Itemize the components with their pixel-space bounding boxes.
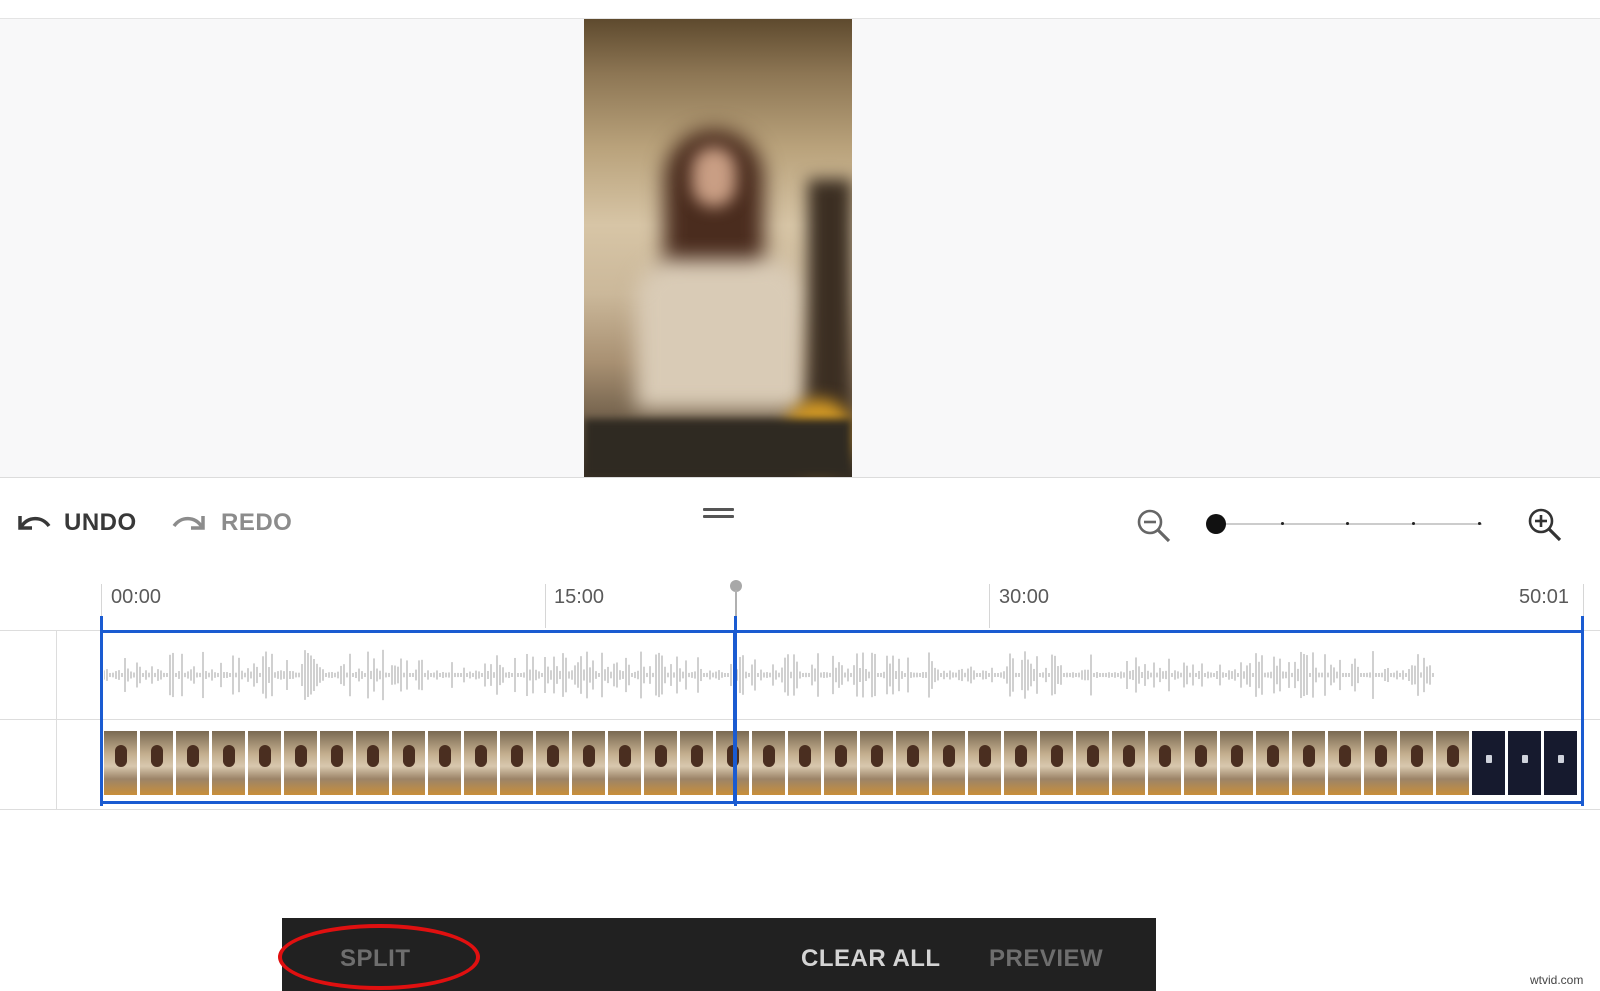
tick-label: 15:00 [554,586,605,608]
clear-all-button[interactable]: CLEAR ALL [801,945,941,973]
zoom-slider[interactable] [1206,514,1482,534]
highlight-circle [278,924,480,990]
redo-arrow-icon [171,508,209,539]
undo-button[interactable]: UNDO [14,505,137,541]
undo-label: UNDO [64,509,137,536]
tick-label: 50:01 [1519,586,1570,608]
clip-start-marker[interactable] [100,616,103,806]
zoom-out-icon[interactable] [1136,508,1172,544]
zoom-in-icon[interactable] [1527,507,1563,543]
tick-label: 00:00 [111,586,162,608]
resize-handle[interactable] [703,508,734,520]
video-preview-area [0,19,1600,478]
time-ruler: 00:00 15:00 30:00 50:01 [0,580,1600,630]
undo-arrow-icon [14,508,52,539]
video-preview [584,19,852,477]
preview-button[interactable]: PREVIEW [989,945,1103,973]
clip-end-marker[interactable] [1581,616,1584,806]
clip-segment-2[interactable] [733,630,1584,804]
redo-label: REDO [221,509,293,536]
clip-segment-1[interactable] [100,630,736,804]
watermark: wtvid.com [1530,973,1584,987]
split-marker[interactable] [734,616,737,806]
zoom-slider-thumb[interactable] [1206,514,1226,534]
redo-button[interactable]: REDO [171,505,292,541]
top-bar [0,0,1600,19]
tick-label: 30:00 [999,586,1050,608]
